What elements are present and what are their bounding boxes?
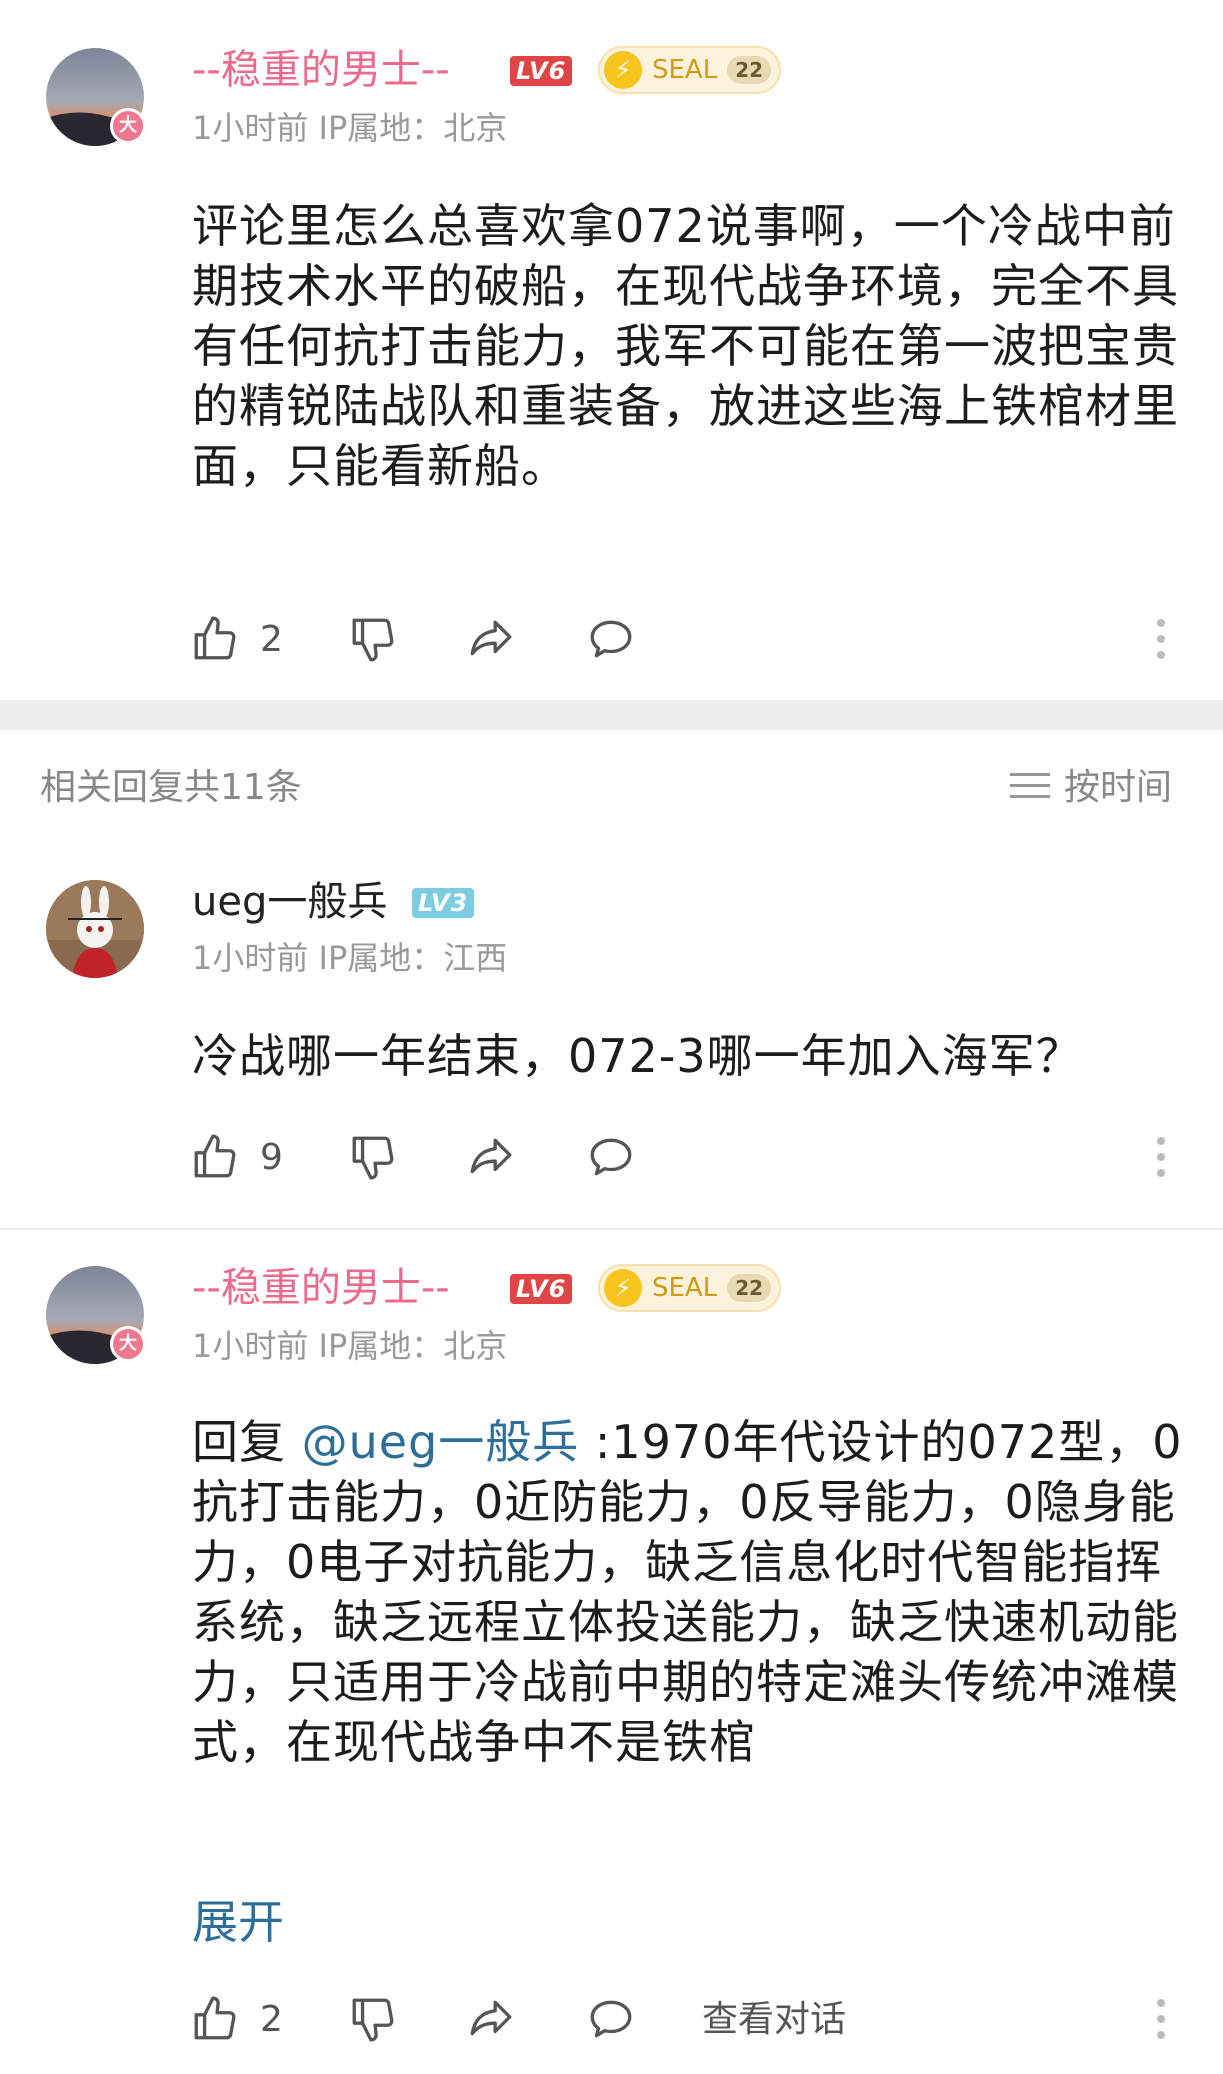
- expand-link[interactable]: 展开: [192, 1892, 284, 1952]
- share-icon[interactable]: [464, 1992, 518, 2046]
- share-icon[interactable]: [464, 612, 518, 666]
- like-count: 2: [260, 1999, 283, 2040]
- thumbs-down-icon[interactable]: [346, 1992, 400, 2046]
- lightning-icon: ⚡: [604, 1269, 642, 1307]
- mention-link[interactable]: @ueg一般兵: [302, 1415, 580, 1469]
- view-dialog-link[interactable]: 查看对话: [702, 1996, 846, 2044]
- thumbs-down-icon[interactable]: [346, 1130, 400, 1184]
- seal-label: SEAL: [652, 55, 718, 85]
- comment-meta: 1小时前 IP属地：北京: [192, 1327, 508, 1365]
- avatar[interactable]: [46, 880, 144, 978]
- thumbs-up-icon[interactable]: [188, 1992, 242, 2046]
- comment-text[interactable]: 评论里怎么总喜欢拿072说事啊，一个冷战中前期技术水平的破船，在现代战争环境，完…: [192, 196, 1188, 496]
- action-bar: 2 查看对话: [188, 1992, 1188, 2052]
- section-divider: [0, 700, 1223, 730]
- comment-text[interactable]: 回复 @ueg一般兵 :1970年代设计的072型，0抗打击能力，0近防能力，0…: [192, 1412, 1188, 1772]
- level-badge: LV3: [412, 888, 475, 918]
- like-count: 2: [260, 619, 283, 660]
- comment-meta: 1小时前 IP属地：江西: [192, 939, 508, 977]
- comment-bubble-icon[interactable]: [584, 1130, 638, 1184]
- level-badge: LV6: [510, 1274, 573, 1304]
- username[interactable]: --稳重的男士--: [192, 46, 450, 94]
- seal-label: SEAL: [652, 1273, 718, 1303]
- more-vertical-icon[interactable]: [1134, 1130, 1188, 1184]
- sort-toggle[interactable]: 按时间: [1010, 764, 1172, 812]
- seal-badge[interactable]: ⚡ SEAL 22: [598, 46, 782, 94]
- reply-count: 相关回复共11条: [40, 767, 302, 808]
- action-bar: 9: [188, 1130, 1188, 1190]
- comment-bubble-icon[interactable]: [584, 1992, 638, 2046]
- seal-badge[interactable]: ⚡ SEAL 22: [598, 1264, 782, 1312]
- comment-meta: 1小时前 IP属地：北京: [192, 109, 508, 147]
- comment-text[interactable]: 冷战哪一年结束，072-3哪一年加入海军？: [192, 1026, 1188, 1086]
- reply-prefix: 回复: [192, 1415, 302, 1469]
- username[interactable]: ueg一般兵: [192, 878, 387, 926]
- reply-card: ueg一般兵 LV3 1小时前 IP属地：江西 冷战哪一年结束，072-3哪一年…: [0, 850, 1223, 1230]
- vip-badge: 大: [110, 108, 146, 144]
- lightning-icon: ⚡: [604, 51, 642, 89]
- share-icon[interactable]: [464, 1130, 518, 1184]
- comment-bubble-icon[interactable]: [584, 612, 638, 666]
- more-vertical-icon[interactable]: [1134, 612, 1188, 666]
- thumbs-up-icon[interactable]: [188, 1130, 242, 1184]
- comment-card: 大 --稳重的男士-- LV6 ⚡ SEAL 22 1小时前 IP属地：北京 评…: [0, 0, 1223, 700]
- vip-badge: 大: [110, 1326, 146, 1362]
- sort-label: 按时间: [1064, 767, 1173, 808]
- level-badge: LV6: [510, 56, 573, 86]
- action-bar: 2: [188, 612, 1188, 672]
- reply-card: 大 --稳重的男士-- LV6 ⚡ SEAL 22 1小时前 IP属地：北京 回…: [0, 1230, 1223, 2074]
- like-count: 9: [260, 1137, 283, 1178]
- thumbs-up-icon[interactable]: [188, 612, 242, 666]
- seal-count: 22: [727, 1274, 772, 1302]
- username[interactable]: --稳重的男士--: [192, 1264, 450, 1312]
- thumbs-down-icon[interactable]: [346, 612, 400, 666]
- sort-lines-icon: [1010, 771, 1050, 805]
- more-vertical-icon[interactable]: [1134, 1992, 1188, 2046]
- seal-count: 22: [727, 56, 772, 84]
